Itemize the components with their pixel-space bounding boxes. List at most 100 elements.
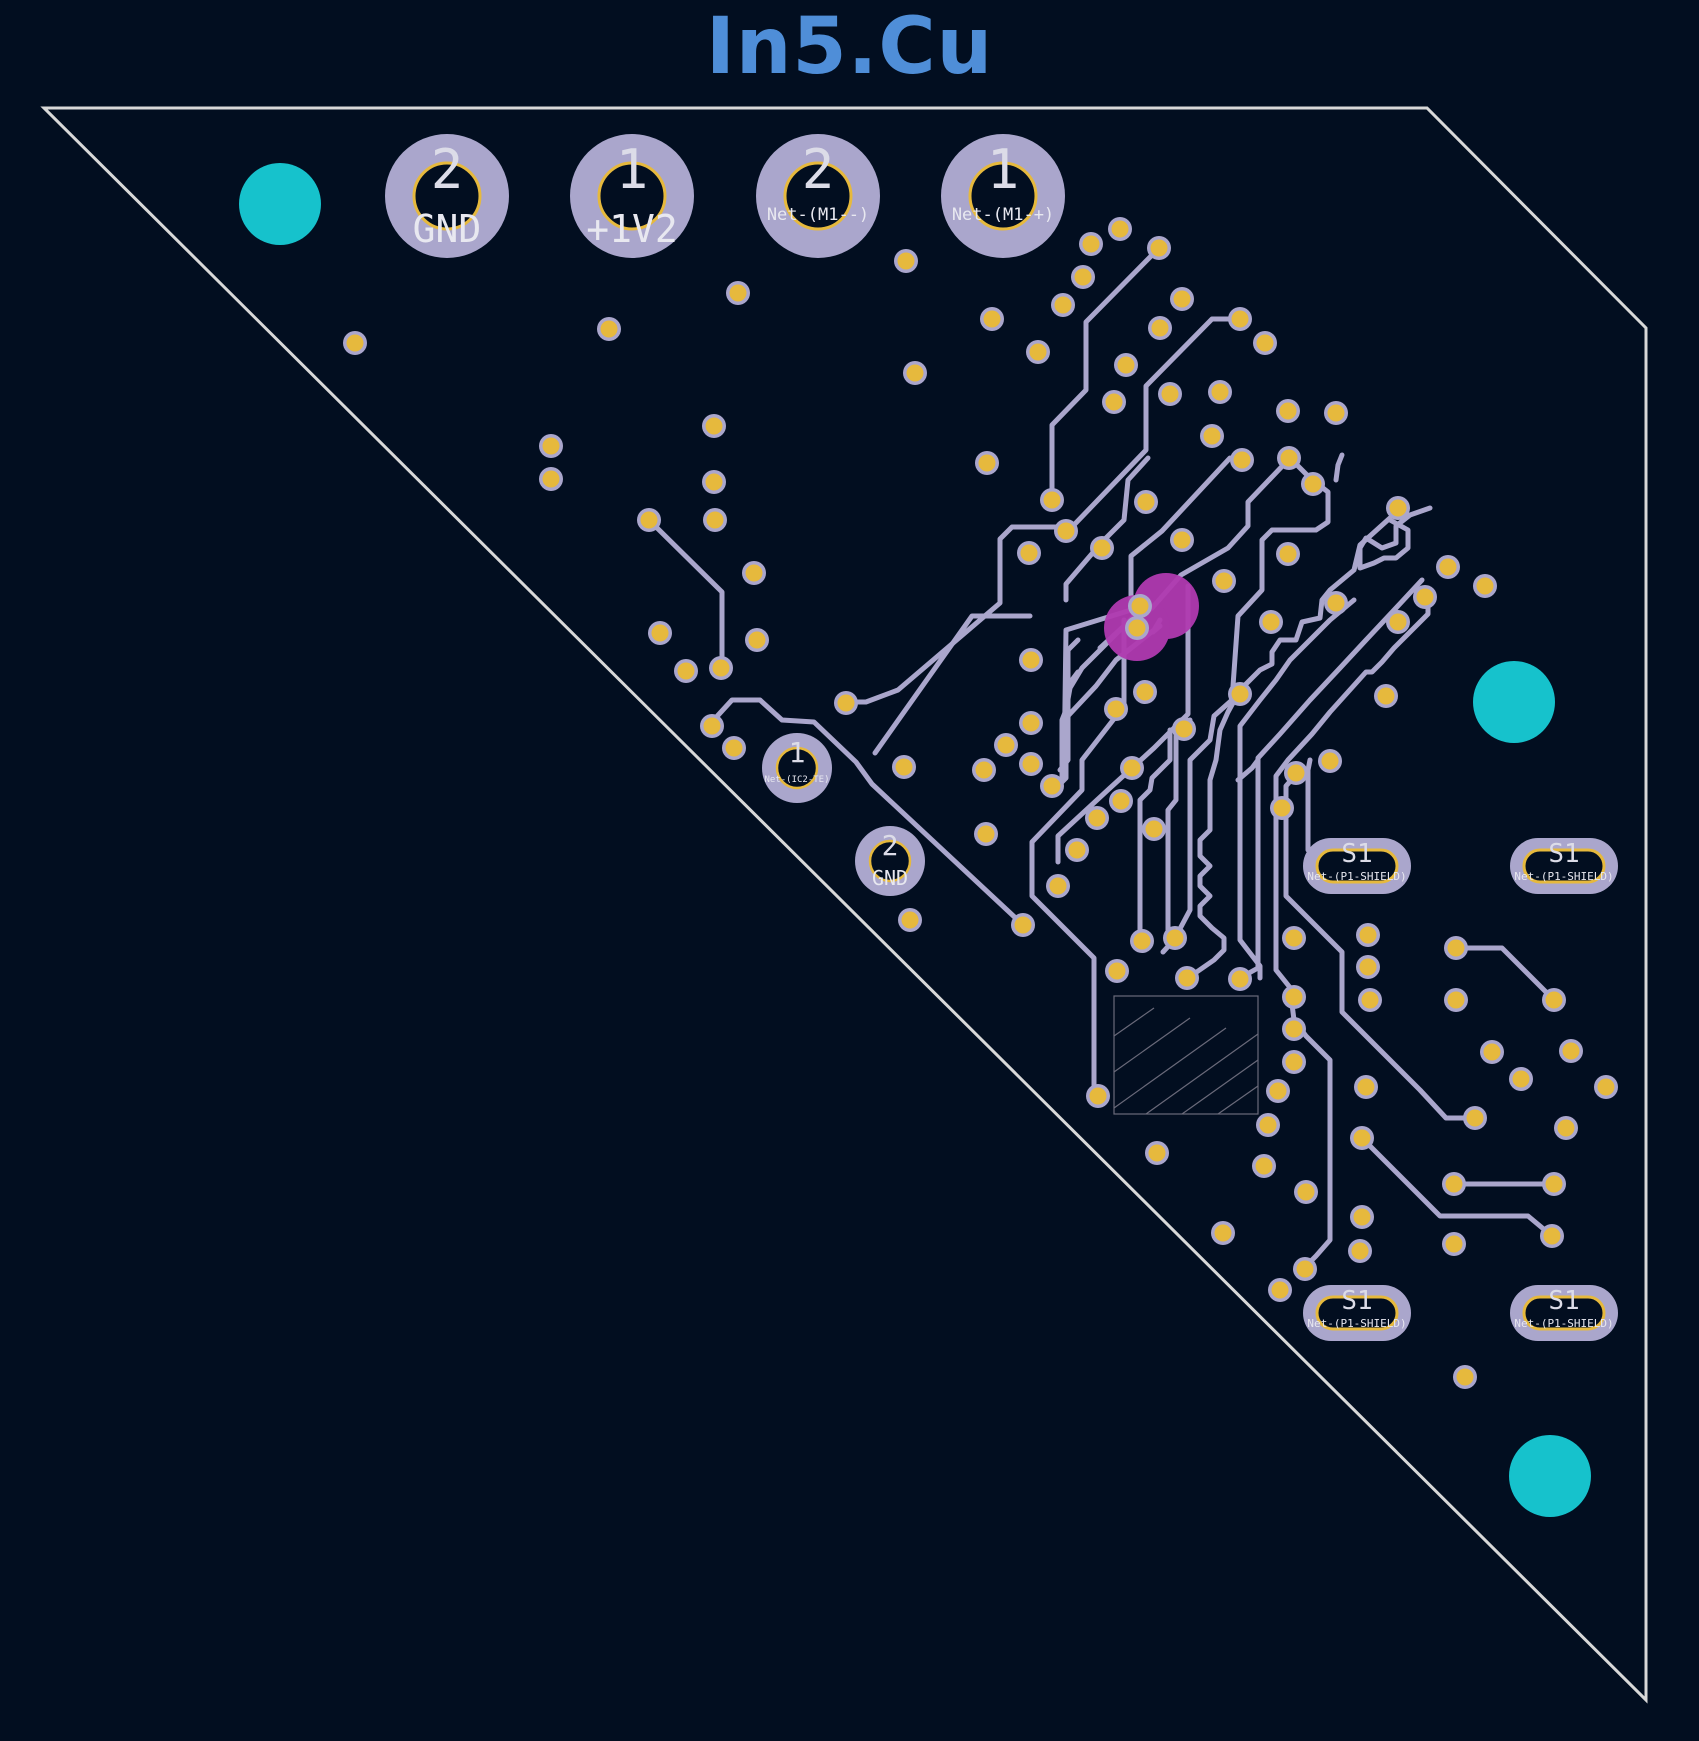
via-drill bbox=[1416, 588, 1434, 606]
small-pad: 1 Net-(IC2-TE) bbox=[762, 733, 832, 803]
mounting-hole bbox=[1509, 1435, 1591, 1517]
mounting-hole bbox=[239, 163, 321, 245]
via-drill bbox=[1445, 1175, 1463, 1193]
pad-number: 2 bbox=[802, 138, 835, 201]
via-drill bbox=[1304, 475, 1322, 493]
via-drill bbox=[1022, 651, 1040, 669]
via-drill bbox=[1123, 759, 1141, 777]
via-drill bbox=[1178, 969, 1196, 987]
pad-number: 2 bbox=[431, 138, 464, 201]
via-drill bbox=[1279, 402, 1297, 420]
via-drill bbox=[1447, 991, 1465, 1009]
pad-net-label: Net-(IC2-TE) bbox=[764, 775, 829, 785]
pad-number: 1 bbox=[789, 736, 806, 769]
via-drill bbox=[1049, 877, 1067, 895]
via-drill bbox=[1093, 539, 1111, 557]
pad-net-label: Net-(P1-SHIELD) bbox=[1514, 870, 1613, 883]
via-drill bbox=[1173, 531, 1191, 549]
via-drill bbox=[703, 717, 721, 735]
via-drill bbox=[1137, 493, 1155, 511]
via-drill bbox=[1361, 991, 1379, 1009]
pad-net-label: Net-(P1-SHIELD) bbox=[1514, 1317, 1613, 1330]
via-drill bbox=[1439, 558, 1457, 576]
via-drill bbox=[1161, 385, 1179, 403]
via-drill bbox=[1545, 1175, 1563, 1193]
via-drill bbox=[1280, 449, 1298, 467]
pad-net-label: GND bbox=[872, 866, 908, 890]
via-drill bbox=[1131, 597, 1149, 615]
via-drill bbox=[1043, 777, 1061, 795]
via-drill bbox=[1353, 1208, 1371, 1226]
via-drill bbox=[1389, 613, 1407, 631]
pad-number: S1 bbox=[1548, 1286, 1579, 1316]
connector-pad: 1 +1V2 bbox=[570, 134, 694, 258]
via-drill bbox=[1262, 613, 1280, 631]
shield-pad: S1Net-(P1-SHIELD) bbox=[1510, 838, 1618, 894]
via-drill bbox=[1456, 1368, 1474, 1386]
connector-pad: 2 GND bbox=[385, 134, 509, 258]
pad-number: 2 bbox=[882, 829, 899, 862]
via-drill bbox=[978, 454, 996, 472]
via-drill bbox=[901, 911, 919, 929]
via-drill bbox=[1353, 1129, 1371, 1147]
via-drill bbox=[1068, 841, 1086, 859]
mounting-hole bbox=[1473, 661, 1555, 743]
via-drill bbox=[983, 310, 1001, 328]
via-drill bbox=[1285, 929, 1303, 947]
via-drill bbox=[705, 473, 723, 491]
via-drill bbox=[1256, 334, 1274, 352]
via-drill bbox=[1483, 1043, 1501, 1061]
connector-pads: 2 GND 1 +1V2 2 Net-(M1--) 1 Net-(M1-+) bbox=[385, 134, 1065, 258]
via-drill bbox=[346, 334, 364, 352]
via-drill bbox=[1022, 714, 1040, 732]
via-drill bbox=[1020, 544, 1038, 562]
via-drill bbox=[1359, 958, 1377, 976]
via-drill bbox=[1231, 310, 1249, 328]
via-drill bbox=[1357, 1078, 1375, 1096]
via-drill bbox=[600, 320, 618, 338]
via-drill bbox=[977, 825, 995, 843]
via-drill bbox=[1273, 799, 1291, 817]
via-drill bbox=[837, 694, 855, 712]
via-drill bbox=[1321, 752, 1339, 770]
via-drill bbox=[1166, 929, 1184, 947]
via-drill bbox=[897, 252, 915, 270]
via-drill bbox=[1057, 522, 1075, 540]
via-drill bbox=[1296, 1260, 1314, 1278]
via-drill bbox=[1389, 499, 1407, 517]
via-drill bbox=[1088, 809, 1106, 827]
via-drill bbox=[1203, 427, 1221, 445]
via-drill bbox=[1377, 687, 1395, 705]
shield-pads: S1Net-(P1-SHIELD)S1Net-(P1-SHIELD)S1Net-… bbox=[1303, 838, 1618, 1341]
board-outline bbox=[40, 106, 1648, 1704]
pad-net-label: Net-(P1-SHIELD) bbox=[1307, 870, 1406, 883]
via-drill bbox=[1543, 1227, 1561, 1245]
via-drill bbox=[705, 417, 723, 435]
via-drill bbox=[1107, 700, 1125, 718]
via-drill bbox=[729, 284, 747, 302]
via-drill bbox=[1285, 1020, 1303, 1038]
via-drill bbox=[1466, 1109, 1484, 1127]
via-drill bbox=[1297, 1183, 1315, 1201]
via-drill bbox=[1175, 720, 1193, 738]
via-drill bbox=[1359, 926, 1377, 944]
via-drill bbox=[1151, 319, 1169, 337]
via-drill bbox=[1014, 916, 1032, 934]
pad-number: S1 bbox=[1341, 1286, 1372, 1316]
via-drill bbox=[706, 511, 724, 529]
via-drill bbox=[1476, 577, 1494, 595]
pad-number: 1 bbox=[987, 138, 1020, 201]
via-drill bbox=[997, 736, 1015, 754]
pad-number: S1 bbox=[1548, 839, 1579, 869]
connector-pad: 2 Net-(M1--) bbox=[756, 134, 880, 258]
via-drill bbox=[1271, 1281, 1289, 1299]
via-drill bbox=[1231, 685, 1249, 703]
via-drill bbox=[1022, 755, 1040, 773]
via-drill bbox=[1562, 1042, 1580, 1060]
via-drill bbox=[1029, 343, 1047, 361]
via-drill bbox=[1150, 239, 1168, 257]
pad-number: 1 bbox=[616, 138, 649, 201]
via-drill bbox=[1173, 290, 1191, 308]
via-drill bbox=[1145, 820, 1163, 838]
via-drill bbox=[1447, 939, 1465, 957]
